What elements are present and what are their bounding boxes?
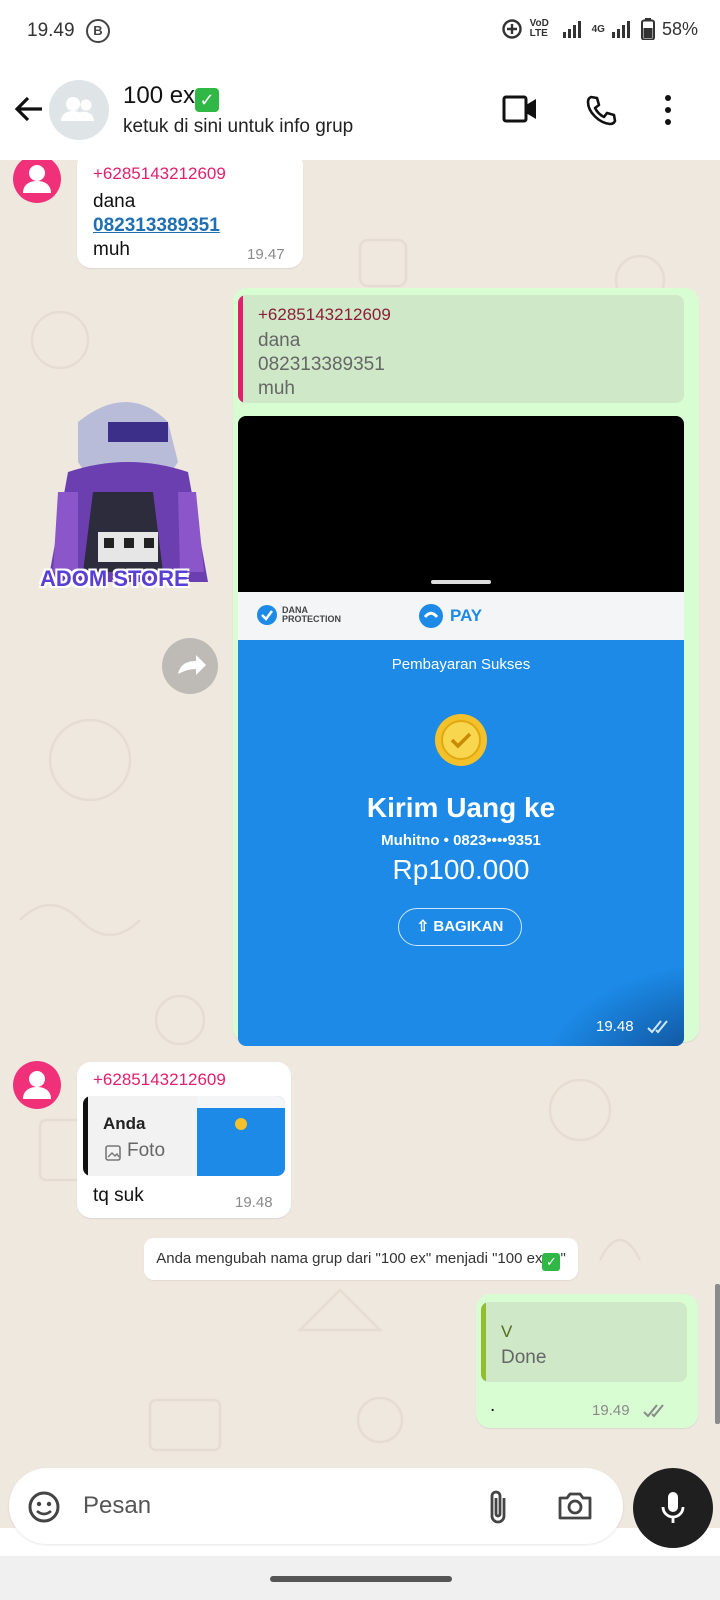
dana-protection-icon (257, 605, 277, 625)
signal-icon-2 (611, 21, 630, 38)
system-message-end: " (560, 1250, 566, 1267)
chat-header: 100 ex ✓ ketuk di sini untuk info grup (0, 64, 720, 160)
quote-line: dana (258, 330, 301, 351)
camera-icon[interactable] (557, 1490, 593, 1522)
quoted-photo[interactable]: Anda Foto (83, 1096, 285, 1176)
dana-payment-panel: Pembayaran Sukses Kirim Uang ke Muhitno … (238, 640, 684, 1046)
person-icon (23, 1071, 51, 1099)
message-bubble-1[interactable]: +6285143212609 dana 082313389351 muh 19.… (77, 160, 303, 268)
voice-call-icon[interactable] (585, 94, 617, 126)
quote-from: Anda (103, 1114, 146, 1133)
share-icon: ⇧ (416, 918, 434, 935)
attachment-icon[interactable] (487, 1488, 511, 1526)
dana-pay-label: PAY (450, 606, 483, 625)
recipient: Muhitno • 0823••••9351 (381, 832, 541, 849)
message-time: 19.48 (596, 1018, 634, 1035)
group-icon (61, 97, 94, 121)
battery-percent: 58% (661, 18, 698, 39)
check-emoji-icon: ✓ (542, 1253, 561, 1271)
quote-bar (83, 1096, 88, 1176)
message-text: . (490, 1395, 496, 1416)
share-button: ⇧ BAGIKAN (398, 908, 522, 946)
signal-icon (562, 21, 581, 38)
system-message: Anda mengubah nama grup dari "100 ex" me… (144, 1238, 578, 1280)
amount: Rp100.000 (392, 854, 530, 885)
status-right: VoD LTE 4G 58% (501, 18, 698, 40)
quote-thumbnail (197, 1096, 285, 1176)
data-saver-icon (501, 19, 522, 39)
forward-button[interactable] (162, 638, 218, 694)
back-arrow-icon[interactable] (12, 92, 46, 126)
sticker-adom-store[interactable]: ADOM STORE (38, 382, 212, 608)
read-ticks-icon (647, 1020, 668, 1034)
quote-sender: V (501, 1322, 513, 1341)
coin-check-icon (435, 714, 487, 766)
network-gen: 4G (591, 23, 605, 35)
sender-avatar[interactable] (13, 1061, 61, 1109)
sheet-handle (431, 580, 491, 584)
message-input-bar[interactable]: Pesan (9, 1468, 623, 1544)
network-label: VoD LTE (529, 18, 549, 39)
quoted-message[interactable]: +6285143212609 dana 082313389351 muh (238, 295, 684, 403)
home-gesture-handle[interactable] (270, 1576, 452, 1582)
forward-icon (178, 655, 206, 675)
group-subtitle[interactable]: ketuk di sini untuk info grup (123, 116, 353, 138)
message-time: 19.49 (592, 1402, 630, 1419)
quote-line: Done (501, 1347, 547, 1368)
payment-status: Pembayaran Sukses (391, 656, 531, 673)
message-input[interactable]: Pesan (83, 1492, 151, 1520)
group-title[interactable]: 100 ex ✓ (123, 82, 220, 112)
quote-type: Foto (127, 1140, 166, 1161)
dana-protection-bottom: PROTECTION (282, 614, 342, 624)
share-label: BAGIKAN (433, 918, 504, 935)
group-title-text: 100 ex (123, 82, 196, 109)
message-bubble-3[interactable]: +6285143212609 Anda Foto tq suk 19.48 (77, 1062, 291, 1218)
quoted-message[interactable]: V Done (481, 1302, 687, 1382)
message-text: dana (93, 191, 136, 212)
quote-line: 082313389351 (258, 354, 385, 375)
quote-line: muh (258, 378, 295, 399)
message-bubble-4[interactable]: V Done . 19.49 (476, 1294, 698, 1428)
b-badge-icon: B (86, 19, 110, 43)
status-time: 19.49 (27, 20, 75, 41)
microphone-icon (661, 1492, 685, 1523)
transfer-title: Kirim Uang ke (366, 792, 556, 823)
message-text: muh (93, 239, 130, 260)
group-avatar[interactable] (49, 80, 109, 140)
sender-name[interactable]: +6285143212609 (93, 164, 226, 184)
screenshot-image[interactable] (238, 416, 684, 592)
quote-bar (481, 1302, 486, 1382)
photo-icon (105, 1145, 121, 1161)
check-emoji-icon: ✓ (195, 88, 220, 112)
message-time: 19.47 (247, 246, 285, 263)
voice-record-button[interactable] (633, 1468, 713, 1548)
scrollbar[interactable] (715, 1284, 720, 1424)
battery-icon (640, 18, 655, 40)
dana-top-bar: DANA PROTECTION PAY (238, 592, 684, 640)
sticker-text: ADOM STORE (40, 566, 189, 591)
chat-area[interactable]: +6285143212609 dana 082313389351 muh 19.… (0, 160, 720, 1528)
quote-sender: +6285143212609 (258, 305, 391, 324)
read-ticks-icon (643, 1404, 664, 1418)
system-nav-bar (0, 1556, 720, 1600)
video-call-icon[interactable] (502, 94, 538, 124)
status-bar: 19.49 B VoD LTE 4G 58% (0, 0, 720, 64)
phone-link[interactable]: 082313389351 (93, 214, 220, 238)
emoji-sticker-icon[interactable] (26, 1489, 62, 1525)
dana-pay-icon (419, 604, 443, 628)
message-text: tq suk (93, 1185, 144, 1206)
more-options-icon[interactable] (662, 94, 674, 126)
quote-bar (238, 295, 243, 403)
system-message-text: Anda mengubah nama grup dari "100 ex" me… (156, 1250, 543, 1267)
message-time: 19.48 (235, 1194, 273, 1211)
sender-name[interactable]: +6285143212609 (93, 1070, 226, 1090)
